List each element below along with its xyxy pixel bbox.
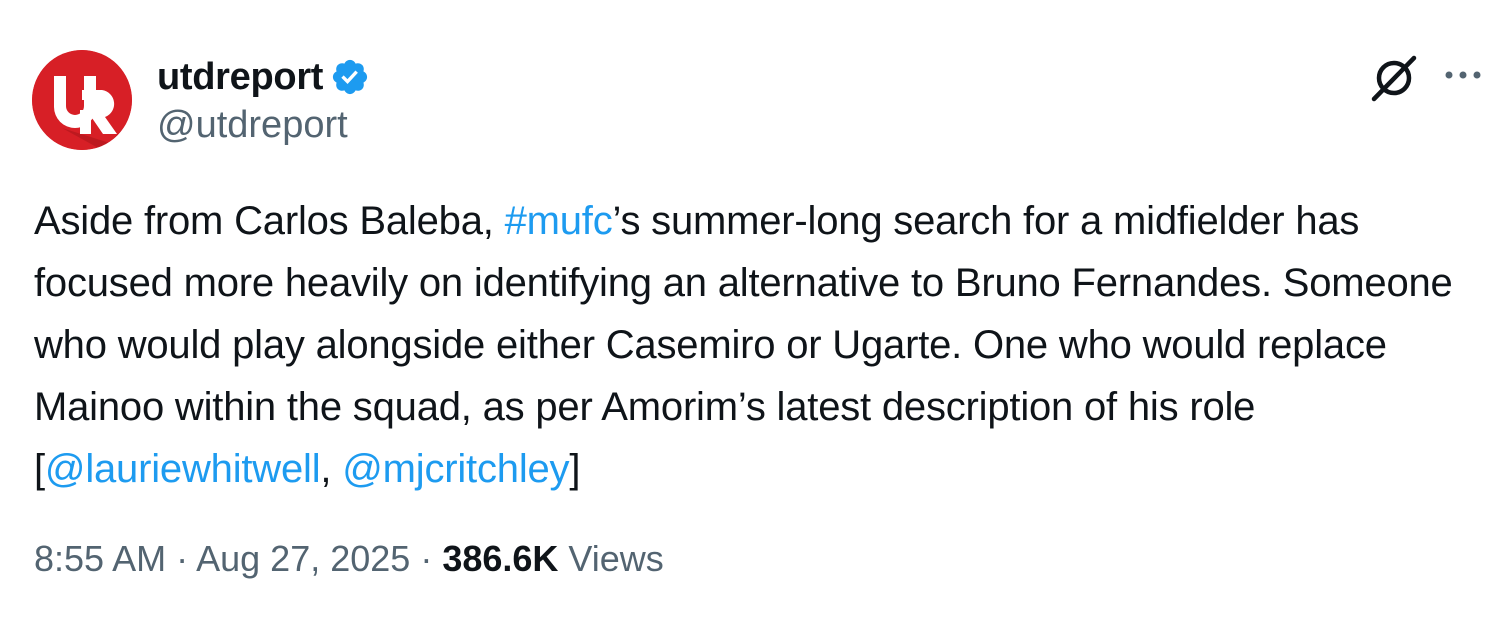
tweet-time[interactable]: 8:55 AM — [34, 538, 166, 579]
separator-dot: · — [410, 538, 443, 579]
hashtag-link[interactable]: #mufc — [505, 199, 613, 243]
views-count[interactable]: 386.6K — [442, 538, 558, 579]
ur-logo-icon — [32, 50, 132, 150]
separator-dot: · — [166, 538, 197, 579]
mention-link[interactable]: @mjcritchley — [342, 447, 569, 491]
author-display-name[interactable]: utdreport — [157, 56, 323, 99]
views-label: Views — [558, 538, 664, 579]
avatar[interactable] — [32, 50, 132, 150]
tweet-text-part: Aside from Carlos Baleba, — [34, 199, 505, 243]
tweet-text: Aside from Carlos Baleba, #mufc’s summer… — [34, 190, 1474, 500]
tweet-text-part: , — [320, 447, 343, 491]
tweet-card: utdreport @utdreport Aside from Carlos B… — [0, 0, 1503, 618]
author-handle[interactable]: @utdreport — [157, 104, 348, 147]
tweet-date[interactable]: Aug 27, 2025 — [196, 538, 410, 579]
mention-link[interactable]: @lauriewhitwell — [45, 447, 321, 491]
more-options-icon[interactable] — [1443, 60, 1483, 90]
verified-badge-icon — [330, 57, 370, 97]
tweet-meta: 8:55 AM · Aug 27, 2025 · 386.6K Views — [34, 538, 664, 580]
tweet-text-part: ] — [569, 447, 581, 491]
grok-icon[interactable] — [1368, 52, 1420, 104]
author-name-row: utdreport — [157, 52, 370, 102]
